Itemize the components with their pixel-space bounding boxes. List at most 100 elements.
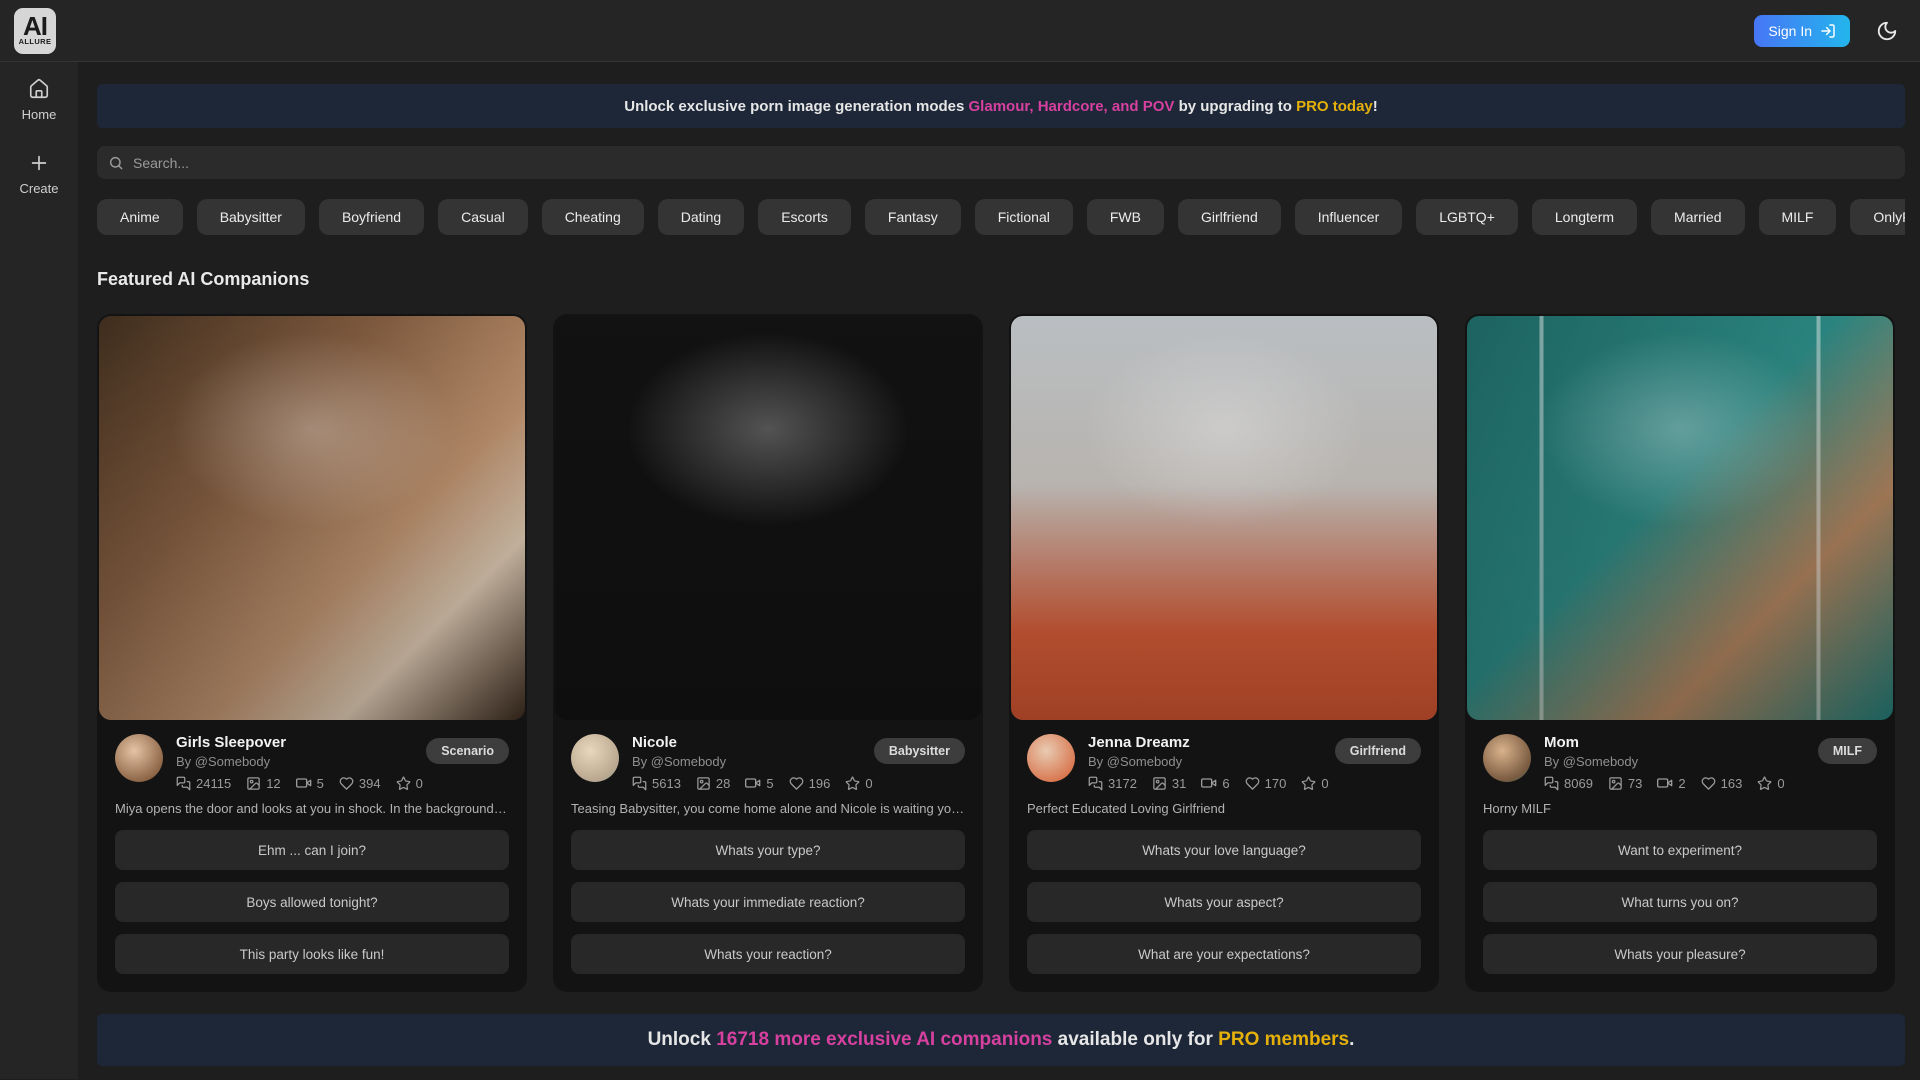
- sign-in-button[interactable]: Sign In: [1754, 15, 1850, 47]
- prompt-button[interactable]: What are your expectations?: [1027, 934, 1421, 974]
- category-chip[interactable]: Anime: [97, 199, 183, 235]
- sidebar-item-create[interactable]: Create: [19, 152, 58, 196]
- videos-stat: 6: [1201, 775, 1229, 791]
- prompt-button[interactable]: Boys allowed tonight?: [115, 882, 509, 922]
- search-input[interactable]: [133, 155, 1894, 171]
- likes-stat: 163: [1701, 776, 1743, 791]
- chat-icon: [176, 776, 191, 791]
- prompt-button[interactable]: Ehm ... can I join?: [115, 830, 509, 870]
- video-icon: [296, 775, 312, 791]
- top-navbar: AI ALLURE Sign In: [0, 0, 1920, 62]
- chats-stat: 8069: [1544, 776, 1593, 791]
- category-chip[interactable]: Fictional: [975, 199, 1073, 235]
- category-badge[interactable]: Scenario: [426, 738, 509, 764]
- category-chip[interactable]: Longterm: [1532, 199, 1637, 235]
- upgrade-banner-text: Unlock 16718 more exclusive AI companion…: [648, 1029, 1355, 1051]
- chat-icon: [1544, 776, 1559, 791]
- star-icon: [1757, 776, 1772, 791]
- search-icon: [108, 155, 124, 171]
- moon-icon: [1876, 20, 1898, 42]
- logo-subtext: ALLURE: [19, 37, 52, 46]
- companion-description: Horny MILF: [1483, 801, 1877, 816]
- category-chip[interactable]: Dating: [658, 199, 744, 235]
- category-chip[interactable]: LGBTQ+: [1416, 199, 1518, 235]
- star-icon: [845, 776, 860, 791]
- stats-row: 8069 73 2 163 0: [1544, 775, 1805, 791]
- companion-name[interactable]: Nicole: [632, 734, 861, 751]
- avatar[interactable]: [1027, 734, 1075, 782]
- main-content: Unlock exclusive porn image generation m…: [78, 62, 1920, 1079]
- images-icon: [696, 776, 711, 791]
- prompt-button[interactable]: Whats your reaction?: [571, 934, 965, 974]
- video-icon: [745, 775, 761, 791]
- sidebar-item-label: Create: [19, 181, 58, 196]
- category-badge[interactable]: MILF: [1818, 738, 1877, 764]
- category-badge[interactable]: Girlfriend: [1335, 738, 1421, 764]
- prompt-button[interactable]: Whats your pleasure?: [1483, 934, 1877, 974]
- allure-logo[interactable]: AI ALLURE: [14, 8, 56, 54]
- images-stat: 28: [696, 776, 730, 791]
- prompt-button[interactable]: Whats your immediate reaction?: [571, 882, 965, 922]
- images-stat: 12: [246, 776, 280, 791]
- stars-stat: 0: [1301, 776, 1328, 791]
- category-chip[interactable]: Escorts: [758, 199, 851, 235]
- login-icon: [1820, 23, 1836, 39]
- category-chip[interactable]: Fantasy: [865, 199, 961, 235]
- companion-image[interactable]: [99, 316, 525, 720]
- category-chip[interactable]: Cheating: [542, 199, 644, 235]
- upgrade-banner-bottom[interactable]: Unlock 16718 more exclusive AI companion…: [97, 1014, 1905, 1066]
- upgrade-banner-text: Unlock exclusive porn image generation m…: [624, 98, 1378, 115]
- companion-image[interactable]: [555, 316, 981, 720]
- prompt-buttons: Want to experiment? What turns you on? W…: [1483, 830, 1877, 974]
- prompt-button[interactable]: What turns you on?: [1483, 882, 1877, 922]
- videos-stat: 5: [745, 775, 773, 791]
- heart-icon: [789, 776, 804, 791]
- prompt-button[interactable]: Whats your love language?: [1027, 830, 1421, 870]
- sidebar-item-label: Home: [22, 107, 57, 122]
- avatar[interactable]: [571, 734, 619, 782]
- category-chip[interactable]: Boyfriend: [319, 199, 424, 235]
- sidebar: Home Create: [0, 62, 78, 1079]
- companion-author: By @Somebody: [632, 754, 861, 769]
- category-chip[interactable]: OnlyFans: [1850, 199, 1905, 235]
- heart-icon: [339, 776, 354, 791]
- companion-image[interactable]: [1467, 316, 1893, 720]
- companion-name[interactable]: Mom: [1544, 734, 1805, 751]
- prompt-button[interactable]: This party looks like fun!: [115, 934, 509, 974]
- prompt-button[interactable]: Want to experiment?: [1483, 830, 1877, 870]
- avatar[interactable]: [115, 734, 163, 782]
- category-chip[interactable]: Married: [1651, 199, 1744, 235]
- video-icon: [1657, 775, 1673, 791]
- companion-image[interactable]: [1011, 316, 1437, 720]
- prompt-button[interactable]: Whats your aspect?: [1027, 882, 1421, 922]
- category-badge[interactable]: Babysitter: [874, 738, 965, 764]
- companion-card: Mom By @Somebody 8069 73 2 163 0 MILF: [1465, 314, 1895, 992]
- companion-name[interactable]: Jenna Dreamz: [1088, 734, 1322, 751]
- sign-in-label: Sign In: [1768, 23, 1812, 39]
- companion-description: Teasing Babysitter, you come home alone …: [571, 801, 965, 816]
- companion-card: Jenna Dreamz By @Somebody 3172 31 6 170 …: [1009, 314, 1439, 992]
- category-chip[interactable]: Influencer: [1295, 199, 1402, 235]
- theme-toggle-button[interactable]: [1876, 20, 1898, 42]
- category-filter-row: Anime Babysitter Boyfriend Casual Cheati…: [97, 199, 1905, 235]
- companion-card: Girls Sleepover By @Somebody 24115 12 5 …: [97, 314, 527, 992]
- images-stat: 31: [1152, 776, 1186, 791]
- category-chip[interactable]: Babysitter: [197, 199, 305, 235]
- category-chip[interactable]: MILF: [1759, 199, 1837, 235]
- category-chip[interactable]: Casual: [438, 199, 528, 235]
- avatar[interactable]: [1483, 734, 1531, 782]
- companion-card: Nicole By @Somebody 5613 28 5 196 0 Baby…: [553, 314, 983, 992]
- companion-name[interactable]: Girls Sleepover: [176, 734, 413, 751]
- stats-row: 5613 28 5 196 0: [632, 775, 861, 791]
- category-chip[interactable]: Girlfriend: [1178, 199, 1281, 235]
- video-icon: [1201, 775, 1217, 791]
- prompt-button[interactable]: Whats your type?: [571, 830, 965, 870]
- home-icon: [28, 78, 50, 100]
- stats-row: 24115 12 5 394 0: [176, 775, 413, 791]
- sidebar-item-home[interactable]: Home: [22, 78, 57, 122]
- logo-text: AI: [23, 15, 47, 37]
- upgrade-banner-top[interactable]: Unlock exclusive porn image generation m…: [97, 84, 1905, 128]
- category-chip[interactable]: FWB: [1087, 199, 1164, 235]
- chats-stat: 24115: [176, 776, 231, 791]
- videos-stat: 5: [296, 775, 324, 791]
